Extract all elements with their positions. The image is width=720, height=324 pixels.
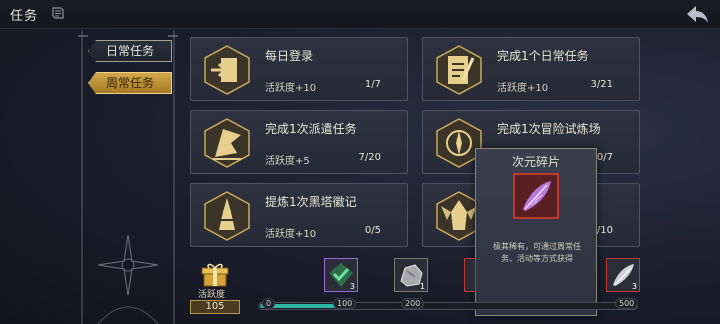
reward-slot-300[interactable]	[464, 258, 476, 292]
tooltip-description: 极其稀有，可通过周常任务、活动等方式获得	[493, 242, 581, 263]
tick-label: 200	[401, 298, 425, 309]
reward-slot-500[interactable]: 3	[606, 258, 640, 292]
task-reward: 活跃度+10	[265, 83, 317, 94]
reward-count: 1	[419, 282, 425, 291]
task-name: 完成1次派遣任务	[265, 122, 357, 136]
flag-dispatch-icon	[204, 118, 250, 168]
tick-label: 100	[333, 298, 357, 309]
tooltip-title: 次元碎片	[511, 155, 560, 169]
tick-label: 500	[615, 298, 639, 309]
task-reward: 活跃度+10	[265, 229, 317, 240]
task-reward: 活跃度+5	[265, 156, 310, 167]
activity-progress-bar	[258, 302, 638, 310]
task-card-dispatch[interactable]: 完成1次派遣任务 活跃度+5 7/20	[190, 110, 408, 174]
tab-weekly[interactable]: 周常任务	[88, 72, 172, 94]
task-name: 完成1次冒险试炼场	[497, 122, 601, 136]
top-bar: 任务	[0, 0, 720, 29]
checklist-icon	[436, 45, 482, 95]
task-progress: 1/7	[364, 79, 381, 90]
page-title: 任务	[10, 9, 39, 24]
reward-slot-100[interactable]: 3	[324, 258, 358, 292]
activity-value: 105	[190, 300, 240, 314]
tick-label: 0	[262, 298, 276, 309]
door-exit-icon	[204, 45, 250, 95]
reward-count: 3	[349, 282, 355, 291]
item-tooltip: 次元碎片 极其稀有，可通过周常任务、活动等方式获得	[475, 148, 597, 316]
task-name: 完成1个日常任务	[497, 49, 589, 63]
activity-label: 活跃度	[198, 290, 226, 300]
reward-count: 3	[631, 282, 637, 291]
task-progress: 3/21	[590, 79, 613, 90]
task-progress: 0/5	[364, 225, 381, 236]
task-name: 提炼1次黑塔徽记	[265, 195, 357, 209]
tower-icon	[204, 191, 250, 241]
purple-feather-shard-icon	[523, 181, 551, 211]
back-arrow-icon[interactable]	[684, 3, 710, 25]
task-reward: 活跃度+10	[497, 83, 549, 94]
task-progress: 7/20	[358, 152, 381, 163]
gift-chest-icon[interactable]	[200, 262, 230, 288]
task-name: 每日登录	[265, 49, 314, 63]
tooltip-item-frame	[513, 173, 559, 219]
reward-slot-200[interactable]: 1	[394, 258, 428, 292]
scroll-icon[interactable]	[50, 5, 66, 21]
task-progress: 0/7	[596, 152, 613, 163]
tab-daily[interactable]: 日常任务	[88, 40, 172, 62]
task-card-daily-login[interactable]: 每日登录 活跃度+10 1/7	[190, 37, 408, 101]
task-card-daily-task[interactable]: 完成1个日常任务 活跃度+10 3/21	[422, 37, 640, 101]
task-card-tower-badge[interactable]: 提炼1次黑塔徽记 活跃度+10 0/5	[190, 183, 408, 247]
